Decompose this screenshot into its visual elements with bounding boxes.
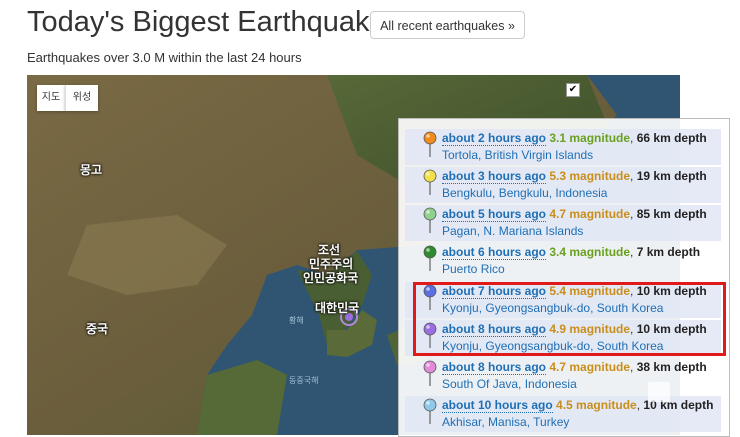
map-overlay-checkbox[interactable]: ✔ (566, 83, 580, 97)
map-label-south-korea: 대한민국 (315, 301, 360, 315)
earthquake-magnitude: 3.4 magnitude (549, 245, 631, 259)
earthquake-depth: 85 km depth (636, 207, 707, 221)
earthquake-depth: 7 km depth (636, 245, 701, 259)
zoom-control[interactable] (648, 382, 670, 402)
page-title: Today's Biggest Earthquakes (27, 6, 401, 38)
page-subtitle: Earthquakes over 3.0 M within the last 2… (27, 50, 302, 65)
map-pin-icon (423, 398, 437, 424)
earthquake-depth: 38 km depth (636, 360, 707, 374)
earthquake-location-link[interactable]: Akhisar, Manisa, Turkey (442, 415, 569, 429)
earthquake-magnitude: 5.3 magnitude (549, 169, 631, 183)
earthquake-location-link[interactable]: Puerto Rico (442, 262, 505, 276)
highlight-box (413, 282, 726, 356)
map-pin-icon (423, 131, 437, 157)
earthquake-time-link[interactable]: about 10 hours ago (442, 398, 553, 413)
earthquake-time-link[interactable]: about 6 hours ago (442, 245, 547, 260)
map-pin-icon (423, 245, 437, 271)
earthquake-list-item: about 6 hours ago 3.4 magnitude, 7 km de… (405, 243, 721, 279)
map-type-satellite-button[interactable]: 위성 (65, 85, 98, 111)
earthquake-list-item: about 3 hours ago 5.3 magnitude, 19 km d… (405, 167, 721, 203)
earthquake-summary: about 2 hours ago 3.1 magnitude, 66 km d… (442, 131, 707, 146)
map-pin-icon (423, 169, 437, 195)
earthquake-magnitude: 4.5 magnitude (556, 398, 637, 412)
earthquake-summary: about 5 hours ago 4.7 magnitude, 85 km d… (442, 207, 707, 222)
earthquake-list-item: about 5 hours ago 4.7 magnitude, 85 km d… (405, 205, 721, 241)
earthquake-list-panel: about 2 hours ago 3.1 magnitude, 66 km d… (398, 118, 730, 437)
earthquake-list-item: about 2 hours ago 3.1 magnitude, 66 km d… (405, 129, 721, 165)
all-recent-earthquakes-button[interactable]: All recent earthquakes » (370, 11, 525, 39)
earthquake-summary: about 10 hours ago 4.5 magnitude, 10 km … (442, 398, 714, 413)
earthquake-time-link[interactable]: about 5 hours ago (442, 207, 547, 222)
earthquake-time-link[interactable]: about 3 hours ago (442, 169, 547, 184)
earthquake-location-link[interactable]: Bengkulu, Bengkulu, Indonesia (442, 186, 607, 200)
map-label-north-korea-3: 인민공화국 (303, 271, 359, 285)
earthquake-summary: about 3 hours ago 5.3 magnitude, 19 km d… (442, 169, 707, 184)
earthquake-list-item: about 10 hours ago 4.5 magnitude, 10 km … (405, 396, 721, 432)
earthquake-time-link[interactable]: about 2 hours ago (442, 131, 547, 146)
earthquake-location-link[interactable]: Tortola, British Virgin Islands (442, 148, 593, 162)
earthquake-magnitude: 4.7 magnitude (549, 207, 631, 221)
earthquake-location-link[interactable]: South Of Java, Indonesia (442, 377, 577, 391)
earthquake-list-item: about 8 hours ago 4.7 magnitude, 38 km d… (405, 358, 721, 394)
map-label-mongolia: 몽고 (80, 163, 103, 177)
earthquake-summary: about 6 hours ago 3.4 magnitude, 7 km de… (442, 245, 701, 260)
earthquake-time-link[interactable]: about 8 hours ago (442, 360, 547, 375)
earthquake-magnitude: 4.7 magnitude (549, 360, 631, 374)
map-label-east-china-sea: 동중국해 (289, 376, 319, 385)
map-type-map-button[interactable]: 지도 (37, 85, 65, 111)
earthquake-depth: 66 km depth (636, 131, 707, 145)
map-pin-icon (423, 207, 437, 233)
earthquake-summary: about 8 hours ago 4.7 magnitude, 38 km d… (442, 360, 707, 375)
earthquake-depth: 19 km depth (636, 169, 707, 183)
map-label-china: 중국 (86, 322, 109, 336)
map-label-yellow-sea: 황해 (289, 316, 304, 325)
map-pin-icon (423, 360, 437, 386)
earthquake-magnitude: 3.1 magnitude (549, 131, 631, 145)
earthquake-location-link[interactable]: Pagan, N. Mariana Islands (442, 224, 583, 238)
